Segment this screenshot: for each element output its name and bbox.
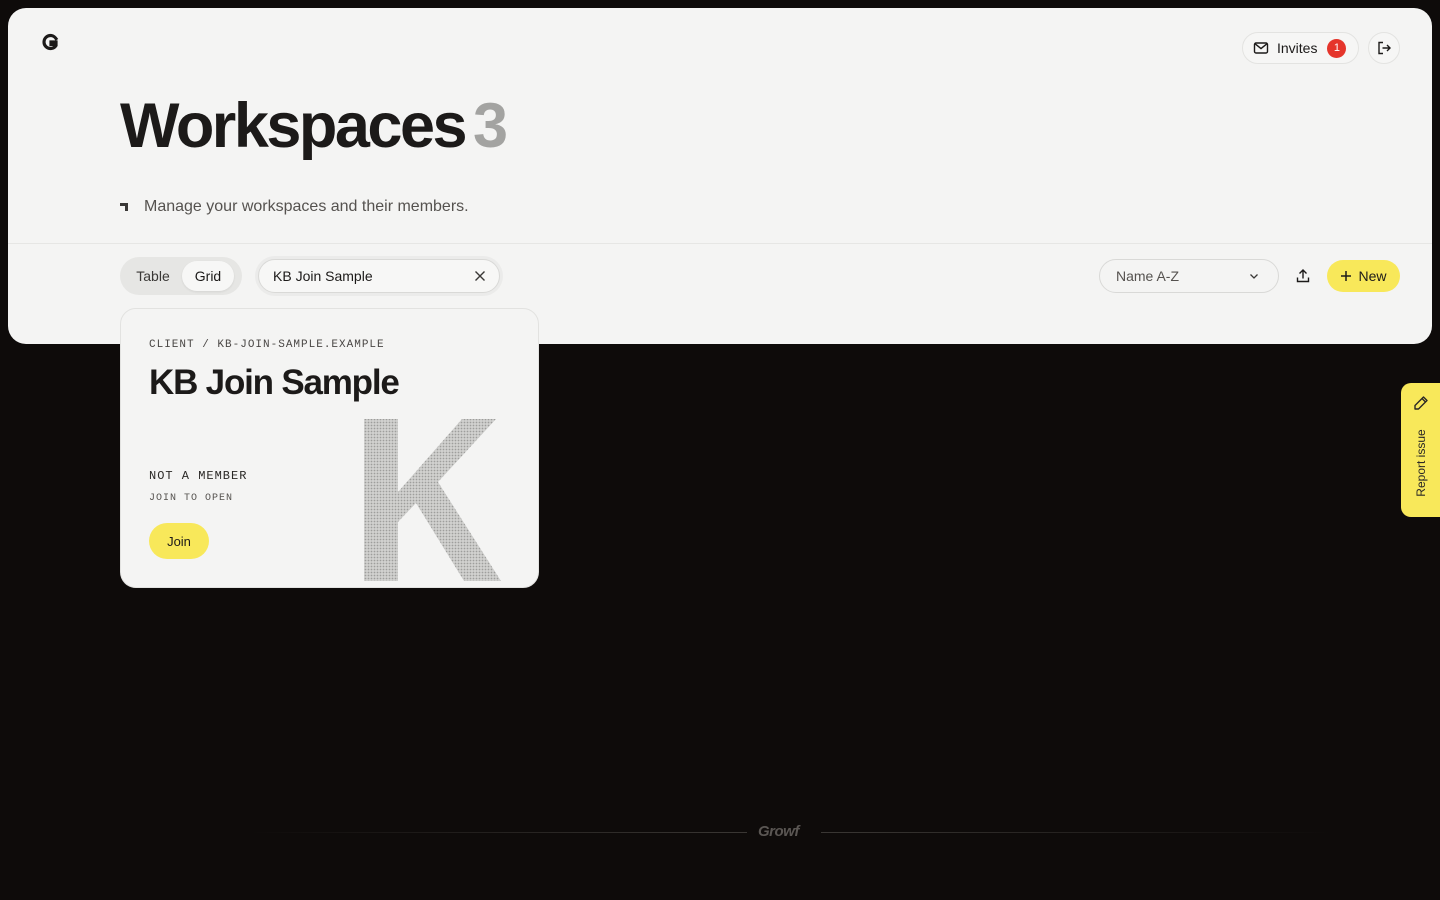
workspace-path: CLIENT / KB-JOIN-SAMPLE.EXAMPLE (149, 339, 385, 351)
invites-count-badge: 1 (1327, 38, 1347, 58)
new-label: New (1358, 268, 1387, 284)
workspace-name: KB Join Sample (149, 363, 400, 402)
view-toggle: Table Grid (120, 257, 242, 295)
page-title-text: Workspaces (120, 91, 468, 161)
invites-label: Invites (1277, 40, 1318, 56)
mail-icon (1253, 42, 1269, 54)
logout-icon (1378, 41, 1391, 55)
workspace-monogram (364, 419, 501, 581)
plus-icon (1341, 271, 1352, 281)
search-field (258, 259, 500, 293)
membership-hint: JOIN TO OPEN (149, 493, 234, 504)
footer-brand: Growf (758, 823, 799, 840)
invites-button[interactable]: Invites 1 (1242, 32, 1359, 64)
logout-button[interactable] (1368, 32, 1400, 64)
view-option-grid[interactable]: Grid (182, 261, 234, 291)
app-logo-icon[interactable] (41, 33, 59, 51)
workspace-count: 3 (473, 91, 508, 161)
footer-divider-left (250, 832, 747, 833)
join-button[interactable]: Join (149, 523, 209, 559)
upload-icon (1296, 269, 1310, 283)
pencil-icon (1414, 396, 1428, 410)
report-issue-tab[interactable]: Report issue (1401, 383, 1440, 517)
membership-status: NOT A MEMBER (149, 469, 248, 483)
corner-mark-icon (120, 203, 128, 211)
report-issue-label: Report issue (1413, 429, 1428, 497)
chevron-down-icon (1250, 274, 1258, 279)
page-title: Workspaces 3 (120, 90, 508, 162)
footer-divider-right (821, 832, 1331, 833)
sort-select[interactable]: Name A-Z (1099, 259, 1279, 293)
search-input[interactable] (273, 268, 473, 284)
workspaces-panel: Invites 1 Workspaces 3 Manage your worksp… (8, 8, 1432, 344)
sort-label: Name A-Z (1116, 268, 1180, 284)
new-workspace-button[interactable]: New (1327, 260, 1400, 292)
workspace-card[interactable]: CLIENT / KB-JOIN-SAMPLE.EXAMPLE KB Join … (120, 308, 539, 588)
page-subtitle: Manage your workspaces and their members… (120, 198, 469, 216)
view-option-table[interactable]: Table (124, 261, 182, 291)
clear-search-icon[interactable] (473, 269, 487, 283)
header-divider (8, 243, 1432, 244)
export-button[interactable] (1288, 259, 1318, 293)
subtitle-text: Manage your workspaces and their members… (144, 198, 469, 215)
